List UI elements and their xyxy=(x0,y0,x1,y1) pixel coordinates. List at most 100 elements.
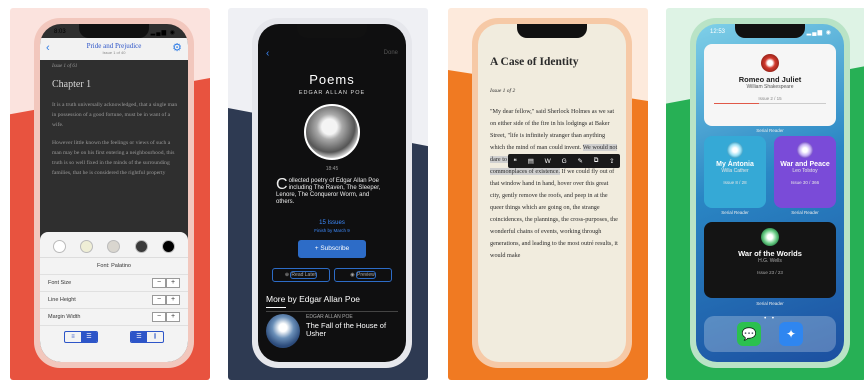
subscribe-button[interactable]: + Subscribe xyxy=(298,240,366,258)
quote-icon[interactable]: ❝ xyxy=(513,157,517,165)
widget-my-antonia[interactable]: My Ántonia Willa Cather Issue 8 / 28 xyxy=(704,136,766,208)
screenshot-panel-highlight-reader: A Case of Identity Issue 1 of 2 ❝ ▤ W G … xyxy=(448,8,648,380)
setting-label: Margin Width xyxy=(48,314,81,320)
font-size-row: Font Size − + xyxy=(40,275,188,292)
google-icon[interactable]: G xyxy=(562,158,567,165)
back-chevron-icon[interactable]: ‹ xyxy=(266,48,269,59)
widget-war-and-peace[interactable]: War and Peace Leo Tolstoy Issue 30 / 366 xyxy=(774,136,836,208)
status-icons: ▂▄▆ ◉ xyxy=(806,29,832,36)
widget-romeo-and-juliet[interactable]: Romeo and Juliet William Shakespeare Iss… xyxy=(704,44,836,126)
font-selector[interactable]: Font: Palatino xyxy=(40,258,188,275)
secondary-actions: ⊕ Read Later ◉ Preview xyxy=(272,268,392,282)
phone-screen: A Case of Identity Issue 1 of 2 ❝ ▤ W G … xyxy=(478,24,626,362)
widget-title: Romeo and Juliet xyxy=(738,75,802,84)
phone-frame: A Case of Identity Issue 1 of 2 ❝ ▤ W G … xyxy=(472,18,632,368)
related-book-item[interactable]: EDGAR ALLAN POE The Fall of the House of… xyxy=(266,314,398,348)
widget-issue: Issue 23 / 23 xyxy=(757,270,783,275)
theme-swatch-white[interactable] xyxy=(53,240,67,253)
widget-label: Serial Reader xyxy=(756,301,784,306)
done-button[interactable]: Done xyxy=(384,50,398,56)
widget-label: Serial Reader xyxy=(721,210,749,215)
screenshot-panel-home-widgets: 12:53 ▂▄▆ ◉ Romeo and Juliet William Sha… xyxy=(666,8,864,380)
phone-screen: 8:03 ▂▄▆ ◉ ‹ Pride and Prejudice Issue 1… xyxy=(40,24,188,362)
phone-frame: 8:03 ▂▄▆ ◉ ‹ Pride and Prejudice Issue 1… xyxy=(34,18,194,368)
reading-content: Issue 1 of 61 Chapter 1 It is a truth un… xyxy=(52,64,178,186)
widget-title: War and Peace xyxy=(780,161,830,168)
highlight-icon[interactable]: ✎ xyxy=(577,157,582,165)
preview-button[interactable]: ◉ Preview xyxy=(334,268,392,282)
widget-title: War of the Worlds xyxy=(738,249,802,258)
gear-icon[interactable]: ⚙ xyxy=(172,41,182,54)
phone-notch xyxy=(517,24,587,38)
line-height-row: Line Height − + xyxy=(40,292,188,309)
screenshot-panel-reader-settings: 8:03 ▂▄▆ ◉ ‹ Pride and Prejudice Issue 1… xyxy=(10,8,210,380)
dictionary-icon[interactable]: ▤ xyxy=(528,157,534,165)
single-column-icon[interactable]: ☰ xyxy=(131,332,147,342)
theme-swatch-gray[interactable] xyxy=(107,240,121,253)
nav-subtitle: Issue 1 of 40 xyxy=(102,50,126,55)
book-cover-icon xyxy=(727,142,743,158)
phone-frame: 12:53 ▂▄▆ ◉ Romeo and Juliet William Sha… xyxy=(690,18,850,368)
more-by-author-heading: More by Edgar Allan Poe xyxy=(266,294,398,312)
line-height-stepper: − + xyxy=(152,295,180,305)
book-description: Collected poetry of Edgar Allan Poe incl… xyxy=(276,176,381,205)
author-portrait xyxy=(304,104,360,160)
margin-width-stepper: − + xyxy=(152,312,180,322)
read-later-label: Read Later xyxy=(290,271,318,279)
finish-date: Finish by March 9 xyxy=(314,228,350,233)
book-cover-icon xyxy=(761,228,779,246)
increase-button[interactable]: + xyxy=(166,278,180,288)
widget-author: Leo Tolstoy xyxy=(792,168,818,174)
double-column-icon[interactable]: ⫼ xyxy=(147,332,163,342)
messages-app-icon[interactable]: 💬 xyxy=(737,322,761,346)
wikipedia-icon[interactable]: W xyxy=(545,158,551,165)
back-chevron-icon[interactable]: ‹ xyxy=(46,42,50,54)
widget-title: My Ántonia xyxy=(716,161,754,168)
issue-label: Issue 1 of 2 xyxy=(490,88,516,94)
status-time: 8:03 xyxy=(54,29,66,35)
phone-frame: ‹ Done Poems EDGAR ALLAN POE 18:45 Colle… xyxy=(252,18,412,368)
preview-label: Preview xyxy=(355,271,376,279)
progress-bar xyxy=(714,103,826,104)
text-alignment-segment: ≡ ☰ xyxy=(64,331,98,343)
share-icon[interactable]: ⇪ xyxy=(609,157,614,165)
decrease-button[interactable]: − xyxy=(152,278,166,288)
theme-swatch-black[interactable] xyxy=(161,240,175,253)
paragraph: However little known the feelings or vie… xyxy=(52,140,175,176)
setting-label: Font Size xyxy=(48,280,72,286)
book-cover-icon xyxy=(761,54,779,72)
decrease-button[interactable]: − xyxy=(152,295,166,305)
widget-label: Serial Reader xyxy=(756,128,784,133)
reading-time: 18:45 xyxy=(325,166,339,172)
widget-war-of-the-worlds[interactable]: War of the Worlds H.G. Wells Issue 23 / … xyxy=(704,222,836,298)
paragraph: It is a truth universally acknowledged, … xyxy=(52,102,178,128)
chapter-heading: Chapter 1 xyxy=(52,79,92,90)
related-book-thumbnail xyxy=(266,314,300,348)
text-after: If we could fly out of that window hand … xyxy=(490,168,618,259)
increase-button[interactable]: + xyxy=(166,295,180,305)
alignment-controls: ≡ ☰ ☰ ⫼ xyxy=(40,326,188,348)
theme-swatch-dark[interactable] xyxy=(134,240,148,253)
align-justify-icon[interactable]: ☰ xyxy=(81,332,97,342)
widget-issue: Issue 8 / 28 xyxy=(723,180,747,185)
theme-swatch-cream[interactable] xyxy=(80,240,94,253)
decrease-button[interactable]: − xyxy=(152,312,166,322)
book-author: EDGAR ALLAN POE xyxy=(298,90,366,96)
margin-width-row: Margin Width − + xyxy=(40,309,188,326)
increase-button[interactable]: + xyxy=(166,312,180,322)
phone-screen: 12:53 ▂▄▆ ◉ Romeo and Juliet William Sha… xyxy=(696,24,844,362)
read-later-button[interactable]: ⊕ Read Later xyxy=(272,268,330,282)
related-book-meta: EDGAR ALLAN POE The Fall of the House of… xyxy=(306,314,398,348)
progress-fill xyxy=(714,103,759,104)
issue-label: Issue 1 of 61 xyxy=(52,64,78,69)
align-left-icon[interactable]: ≡ xyxy=(65,332,81,342)
safari-app-icon[interactable]: ✦ xyxy=(779,322,803,346)
copy-icon[interactable]: ⧉ xyxy=(594,157,599,165)
screenshot-panel-book-details: ‹ Done Poems EDGAR ALLAN POE 18:45 Colle… xyxy=(228,8,428,380)
book-cover-icon xyxy=(797,142,813,158)
top-bar: ‹ Done xyxy=(266,48,398,59)
story-title: A Case of Identity xyxy=(490,56,579,68)
phone-screen: ‹ Done Poems EDGAR ALLAN POE 18:45 Colle… xyxy=(258,24,406,362)
widget-author: H.G. Wells xyxy=(758,258,782,264)
status-bar: 8:03 ▂▄▆ ◉ xyxy=(54,27,176,37)
